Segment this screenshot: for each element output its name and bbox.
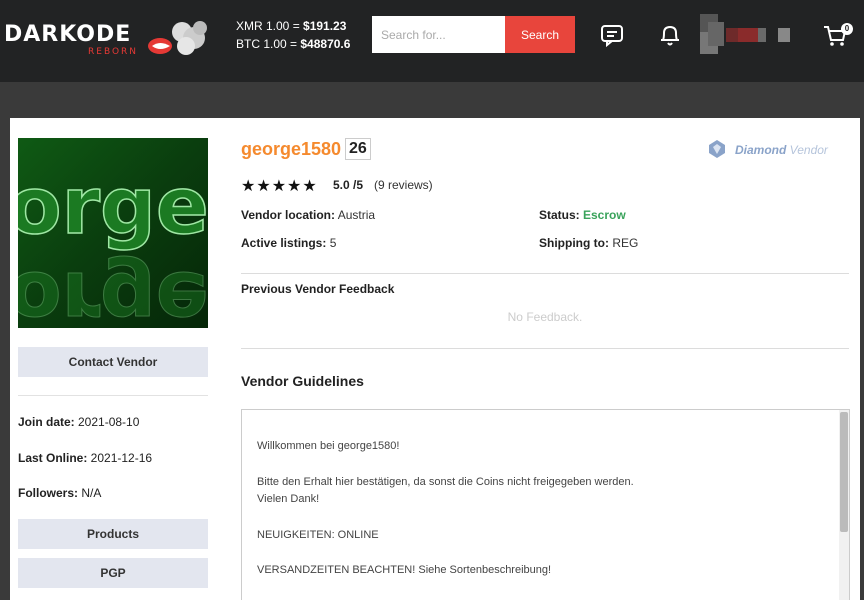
guidelines-title: Vendor Guidelines (241, 373, 364, 389)
vendor-profile-card: orge15 orge15 Contact Vendor Join date: … (10, 118, 860, 600)
messages-icon[interactable] (599, 22, 625, 48)
vendor-status: Status: Escrow (539, 208, 626, 222)
active-listings: Active listings: 5 (241, 236, 337, 250)
logo-mark-icon (148, 21, 207, 55)
cart-count-badge: 0 (841, 23, 853, 35)
site-logo[interactable]: DARKODE REBORN (4, 20, 209, 60)
guideline-line: VERSANDZEITEN BEACHTEN! Siehe Sortenbesc… (257, 564, 552, 576)
section-divider (241, 348, 849, 349)
products-button[interactable]: Products (18, 519, 208, 549)
guideline-line: Willkommen bei george1580! (257, 440, 400, 452)
shipping-to: Shipping to: REG (539, 236, 639, 250)
logo-text: DARKODE (4, 22, 132, 47)
svg-text:orge15: orge15 (18, 162, 208, 252)
rating-score: 5.0 /5 (333, 178, 364, 192)
guidelines-textarea[interactable]: Willkommen bei george1580! Bitte den Erh… (241, 409, 850, 600)
guideline-line: Vielen Dank! (257, 493, 320, 505)
vendor-location: Vendor location: Austria (241, 208, 376, 222)
diamond-vendor-badge: Diamond Vendor (735, 143, 828, 157)
section-divider (241, 273, 849, 274)
vendor-avatar-image: orge15 orge15 (18, 138, 208, 328)
contact-vendor-button[interactable]: Contact Vendor (18, 347, 208, 377)
logo-subtext: REBORN (88, 47, 139, 57)
btc-rate: BTC 1.00 = $48870.6 (236, 37, 351, 51)
feedback-title: Previous Vendor Feedback (241, 282, 395, 296)
crypto-rates: XMR 1.00 = $191.23 BTC 1.00 = $48870.6 (236, 17, 350, 53)
review-count: (9 reviews) (374, 178, 433, 192)
join-date: Join date: 2021-08-10 (18, 415, 140, 429)
vendor-avatar-graphic: orge15 orge15 (18, 138, 208, 328)
top-header: DARKODE REBORN XMR 1.00 = $191.23 BTC 1.… (0, 0, 864, 82)
user-avatar-blurred[interactable] (694, 12, 796, 56)
vendor-level-badge: 26 (345, 138, 371, 160)
vendor-name: george1580 (241, 139, 342, 159)
svg-text:orge15: orge15 (18, 254, 208, 328)
last-online: Last Online: 2021-12-16 (18, 451, 153, 465)
no-feedback-text: No Feedback. (507, 310, 583, 324)
rating-stars: ★★★★★ (241, 178, 318, 195)
pgp-button[interactable]: PGP (18, 558, 208, 588)
search-input[interactable] (372, 16, 505, 53)
xmr-rate: XMR 1.00 = $191.23 (236, 19, 347, 33)
followers: Followers: N/A (18, 486, 102, 500)
sidebar-divider (18, 395, 208, 396)
guideline-line: NEUIGKEITEN: ONLINE (257, 529, 379, 541)
scrollbar-thumb[interactable] (840, 412, 848, 532)
diamond-vendor-icon (709, 140, 725, 158)
search-button[interactable]: Search (505, 16, 575, 53)
bell-icon[interactable] (657, 22, 683, 48)
guideline-line: Bitte den Erhalt hier bestätigen, da son… (257, 476, 634, 488)
